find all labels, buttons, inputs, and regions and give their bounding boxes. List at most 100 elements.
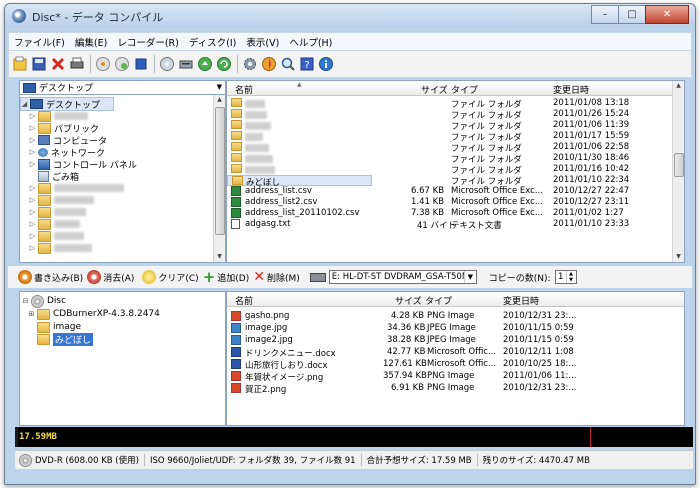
scroll-down-arrow[interactable]: ▼: [214, 252, 225, 262]
title-bar[interactable]: Disc* - データ コンパイル – □ ✕: [5, 4, 695, 28]
erase-button[interactable]: 消去(A): [87, 270, 134, 284]
expand-icon[interactable]: ▷: [29, 148, 36, 156]
disc-file-row[interactable]: image.jpg 34.36 KB JPEG Image 2010/11/15 0:…: [227, 323, 684, 334]
expand-icon[interactable]: ▷: [29, 124, 36, 132]
column-modified[interactable]: 変更日時: [553, 83, 589, 96]
tree-scrollbar[interactable]: ▲ ▼: [213, 95, 225, 262]
file-row[interactable]: ファイル フォルダ 2011/01/26 15:24: [227, 109, 673, 121]
collapse-icon[interactable]: ◢: [21, 100, 28, 108]
file-row[interactable]: adgasg.txt 41 バイト テキスト文書 2011/01/10 23:33: [227, 219, 673, 231]
maximize-button[interactable]: □: [618, 5, 646, 24]
search-icon[interactable]: [279, 55, 297, 73]
help-icon[interactable]: ?: [298, 55, 316, 73]
eject-icon[interactable]: [196, 55, 214, 73]
disc-tree-item[interactable]: ⊞ CDBurnerXP-4.3.8.2474: [28, 308, 160, 320]
expand-icon[interactable]: ▷: [29, 244, 36, 252]
settings-icon[interactable]: [241, 55, 259, 73]
file-row[interactable]: ファイル フォルダ 2011/01/16 10:42: [227, 164, 673, 176]
spin-arrows-icon[interactable]: ▲ ▼: [565, 271, 576, 283]
copies-stepper[interactable]: 1 ▲ ▼: [554, 270, 577, 284]
file-row[interactable]: ファイル フォルダ 2011/01/06 11:39: [227, 120, 673, 132]
tree-item-network[interactable]: ▷ ネットワーク: [29, 146, 105, 159]
file-row[interactable]: address_list_20110102.csv 7.38 KB Microsof…: [227, 208, 673, 219]
expand-icon[interactable]: ⊞: [28, 310, 35, 318]
chevron-down-icon[interactable]: ▼: [463, 271, 476, 283]
menu-recorder[interactable]: レコーダー(R): [112, 35, 184, 49]
refresh-icon[interactable]: [215, 55, 233, 73]
expand-icon[interactable]: ▷: [29, 220, 36, 228]
tree-item-control-panel[interactable]: ▷ コントロール パネル: [29, 158, 137, 171]
column-size[interactable]: サイズ: [421, 83, 448, 96]
file-row[interactable]: address_list.csv 6.67 KB Microsoft Office …: [227, 186, 673, 197]
tree-item-folder[interactable]: ▷: [29, 206, 86, 218]
scroll-up-arrow[interactable]: ▲: [214, 95, 225, 105]
write-button[interactable]: 書き込み(B): [18, 270, 83, 284]
expand-icon[interactable]: ▷: [29, 232, 36, 240]
expand-icon[interactable]: ▷: [29, 196, 36, 204]
disc-file-row[interactable]: 年賀状イメージ.png 357.94 KB PNG Image 2011/01/06 …: [227, 371, 684, 383]
burn-icon[interactable]: [94, 55, 112, 73]
menu-disc[interactable]: ディスク(I): [184, 35, 242, 49]
close-button[interactable]: ✕: [645, 5, 689, 24]
drive-select[interactable]: E: HL-DT-ST DVDRAM_GSA-T50N ▼: [328, 270, 477, 284]
column-name[interactable]: 名前: [235, 294, 253, 307]
expand-icon[interactable]: ▷: [29, 160, 36, 168]
scroll-up-arrow[interactable]: ▲: [673, 81, 684, 91]
column-type[interactable]: タイプ: [425, 294, 452, 307]
file-row[interactable]: address_list2.csv 1.41 KB Microsoft Office…: [227, 197, 673, 208]
scroll-thumb[interactable]: [674, 153, 684, 177]
expand-icon[interactable]: ▷: [29, 208, 36, 216]
menu-view[interactable]: 表示(V): [241, 35, 284, 49]
disc-icon[interactable]: [158, 55, 176, 73]
menu-help[interactable]: ヘルプ(H): [284, 35, 337, 49]
collapse-icon[interactable]: ⊟: [22, 297, 29, 305]
clear-button[interactable]: クリア(C): [142, 270, 199, 284]
erase-icon[interactable]: [113, 55, 131, 73]
file-row[interactable]: ファイル フォルダ 2011/01/06 22:58: [227, 142, 673, 154]
scroll-down-arrow[interactable]: ▼: [673, 252, 684, 262]
column-size[interactable]: サイズ: [395, 294, 422, 307]
tree-item-recycle-bin[interactable]: ごみ箱: [38, 170, 79, 183]
menu-file[interactable]: ファイル(F): [9, 35, 70, 49]
burn-progress-icon[interactable]: [260, 55, 278, 73]
remove-button[interactable]: ✕ 削除(M): [253, 270, 300, 284]
tree-item-public[interactable]: ▷ パブリック: [29, 122, 99, 135]
tree-item-folder[interactable]: ▷: [29, 218, 80, 230]
tree-item-folder[interactable]: ▷: [29, 194, 94, 206]
disc-file-row[interactable]: 山形旅行しおり.docx 127.61 KB Microsoft Offic... 2…: [227, 359, 684, 371]
disc-tree-item-selected[interactable]: みどぼし: [37, 332, 94, 346]
file-row[interactable]: ファイル フォルダ 2011/01/08 13:18: [227, 98, 673, 110]
file-list-scrollbar[interactable]: ▲ ▼: [672, 81, 684, 262]
tree-item-computer[interactable]: ▷ コンピュータ: [29, 134, 107, 147]
tree-item-folder[interactable]: ▷: [29, 182, 124, 194]
expand-icon[interactable]: ▷: [29, 136, 36, 144]
add-button[interactable]: + 追加(D): [203, 270, 250, 285]
disc-file-row[interactable]: ドリンクメニュー.docx 42.77 KB Microsoft Offic... 2…: [227, 347, 684, 359]
tree-item-user[interactable]: ▷: [29, 110, 88, 122]
file-row[interactable]: ファイル フォルダ 2011/01/17 15:59: [227, 131, 673, 143]
menu-edit[interactable]: 編集(E): [70, 35, 112, 49]
new-icon[interactable]: [11, 55, 29, 73]
save-icon[interactable]: [30, 55, 48, 73]
stop-icon[interactable]: [132, 55, 150, 73]
tree-item-desktop[interactable]: ◢ デスクトップ: [20, 97, 114, 111]
delete-icon[interactable]: [49, 55, 67, 73]
disc-tree-item[interactable]: image: [37, 321, 81, 333]
expand-icon[interactable]: ▷: [29, 184, 36, 192]
disc-file-row[interactable]: gasho.png 4.28 KB PNG Image 2010/12/31 23:.…: [227, 311, 684, 322]
tree-item-folder[interactable]: ▷: [29, 242, 92, 254]
folder-combo[interactable]: デスクトップ ▼: [20, 81, 225, 95]
column-name[interactable]: 名前: [235, 83, 253, 96]
drive-icon[interactable]: [177, 55, 195, 73]
column-type[interactable]: タイプ: [451, 83, 478, 96]
disc-tree-root[interactable]: ⊟ Disc: [22, 294, 66, 308]
disc-file-row[interactable]: 賀正2.png 6.91 KB PNG Image 2010/12/31 23:...: [227, 383, 684, 395]
info-icon[interactable]: [317, 55, 335, 73]
scroll-thumb[interactable]: [215, 107, 225, 235]
expand-icon[interactable]: ▷: [29, 112, 36, 120]
print-icon[interactable]: [68, 55, 86, 73]
tree-item-folder[interactable]: ▷: [29, 230, 84, 242]
minimize-button[interactable]: –: [591, 5, 619, 24]
file-row[interactable]: ファイル フォルダ 2010/11/30 18:46: [227, 153, 673, 165]
disc-file-row[interactable]: image2.jpg 38.28 KB JPEG Image 2010/11/15 0…: [227, 335, 684, 346]
